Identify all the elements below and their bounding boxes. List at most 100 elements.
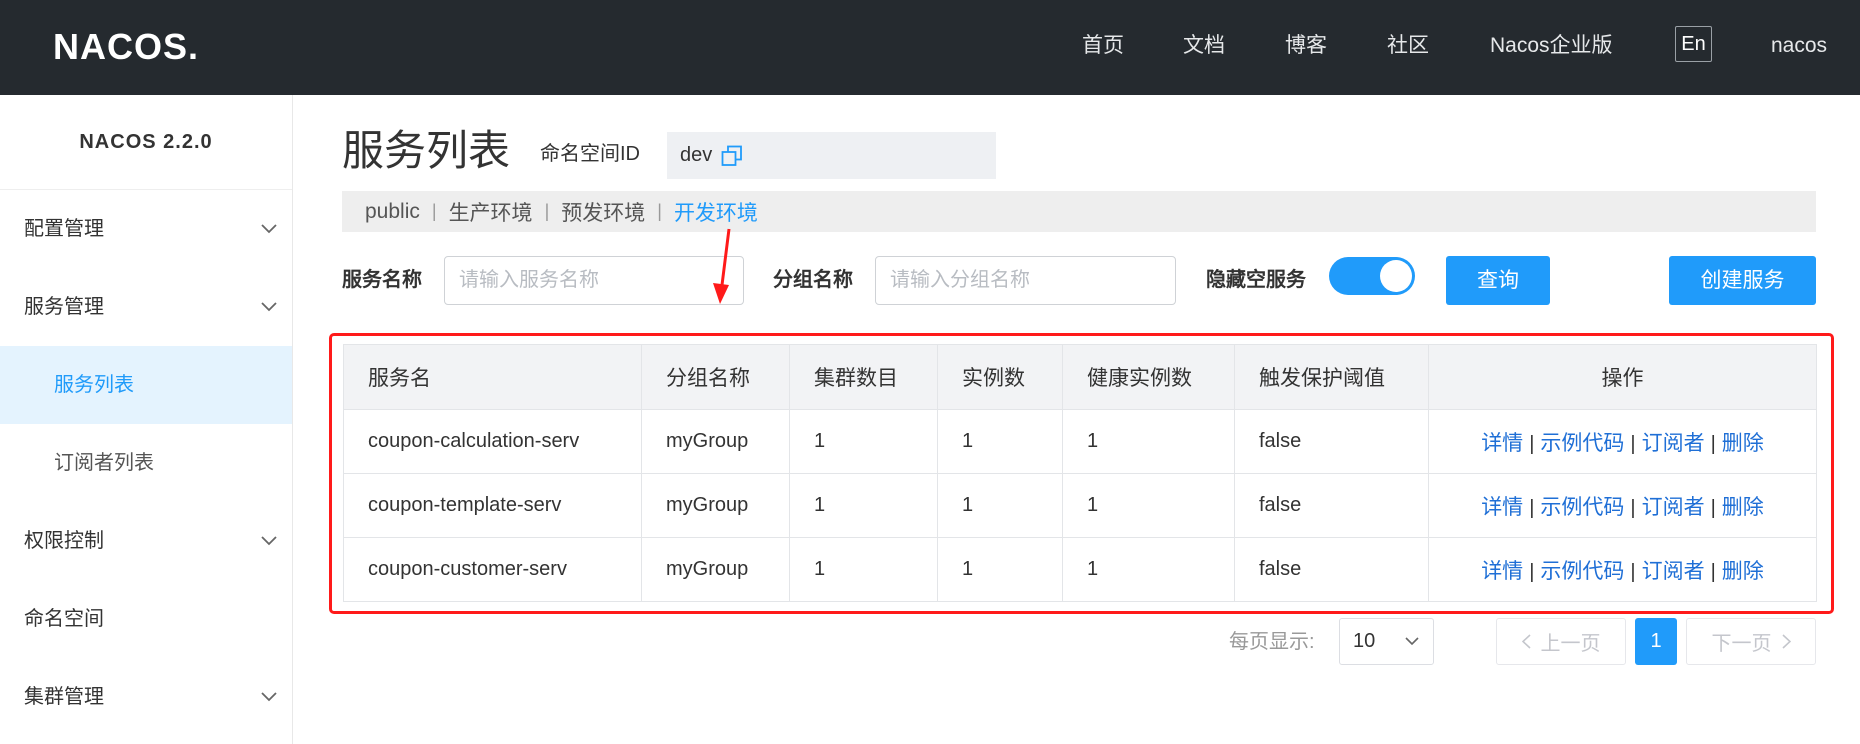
sidebar-item-label: 服务管理 bbox=[24, 296, 104, 318]
cell-group-name: myGroup bbox=[641, 409, 790, 474]
details-link[interactable]: 详情 bbox=[1481, 432, 1523, 455]
details-link[interactable]: 详情 bbox=[1481, 496, 1523, 519]
current-page-button[interactable]: 1 bbox=[1635, 618, 1677, 665]
namespace-tab-development[interactable]: 开发环境 bbox=[674, 197, 758, 227]
cell-service-name: coupon-template-serv bbox=[343, 473, 642, 538]
cell-instance-count: 1 bbox=[937, 537, 1063, 602]
cell-actions: 详情 | 示例代码 | 订阅者 | 删除 bbox=[1428, 409, 1817, 474]
service-name-input[interactable] bbox=[444, 256, 744, 305]
table-row: coupon-template-serv myGroup 1 1 1 false… bbox=[343, 473, 1817, 538]
column-header-healthy-instance-count: 健康实例数 bbox=[1062, 344, 1235, 410]
user-menu[interactable]: nacos bbox=[1771, 30, 1827, 62]
sidebar-item-label: 配置管理 bbox=[24, 218, 104, 240]
sidebar-item-label: 服务列表 bbox=[54, 374, 134, 396]
sidebar-item-access-control[interactable]: 权限控制 bbox=[0, 502, 292, 580]
table-row: coupon-customer-serv myGroup 1 1 1 false… bbox=[343, 537, 1817, 602]
chevron-left-icon bbox=[1521, 634, 1531, 649]
cell-group-name: myGroup bbox=[641, 537, 790, 602]
namespace-id-label: 命名空间ID bbox=[540, 143, 640, 165]
sidebar-item-service-management[interactable]: 服务管理 bbox=[0, 268, 292, 346]
cell-service-name: coupon-customer-serv bbox=[343, 537, 642, 602]
page-size-label: 每页显示: bbox=[1229, 631, 1315, 653]
service-table: 服务名 分组名称 集群数目 实例数 健康实例数 触发保护阈值 操作 coupon… bbox=[343, 344, 1817, 602]
hide-empty-services-toggle[interactable] bbox=[1329, 257, 1415, 295]
action-separator: | bbox=[1630, 560, 1636, 583]
sidebar-item-config-management[interactable]: 配置管理 bbox=[0, 190, 292, 268]
sidebar-item-subscriber-list[interactable]: 订阅者列表 bbox=[0, 424, 292, 502]
action-separator: | bbox=[1529, 496, 1535, 519]
details-link[interactable]: 详情 bbox=[1481, 560, 1523, 583]
cell-instance-count: 1 bbox=[937, 409, 1063, 474]
column-header-protect-threshold: 触发保护阈值 bbox=[1234, 344, 1429, 410]
cell-actions: 详情 | 示例代码 | 订阅者 | 删除 bbox=[1428, 537, 1817, 602]
create-service-button[interactable]: 创建服务 bbox=[1669, 256, 1816, 305]
subscribers-link[interactable]: 订阅者 bbox=[1642, 432, 1705, 455]
sidebar-item-label: 命名空间 bbox=[24, 608, 104, 630]
nav-blog[interactable]: 博客 bbox=[1285, 30, 1327, 62]
next-page-label: 下一页 bbox=[1711, 633, 1772, 655]
prev-page-button[interactable]: 上一页 bbox=[1496, 618, 1626, 665]
cell-healthy-instance-count: 1 bbox=[1062, 473, 1235, 538]
table-header-row: 服务名 分组名称 集群数目 实例数 健康实例数 触发保护阈值 操作 bbox=[343, 344, 1817, 410]
sidebar-item-label: 订阅者列表 bbox=[54, 452, 154, 474]
action-separator: | bbox=[1630, 496, 1636, 519]
cell-healthy-instance-count: 1 bbox=[1062, 409, 1235, 474]
column-header-actions: 操作 bbox=[1428, 344, 1817, 410]
sidebar-item-cluster-management[interactable]: 集群管理 bbox=[0, 658, 292, 736]
subscribers-link[interactable]: 订阅者 bbox=[1642, 560, 1705, 583]
query-button[interactable]: 查询 bbox=[1446, 256, 1550, 305]
namespace-separator: | bbox=[544, 201, 550, 221]
group-name-label: 分组名称 bbox=[773, 269, 853, 291]
cell-service-name: coupon-calculation-serv bbox=[343, 409, 642, 474]
sidebar-item-label: 集群管理 bbox=[24, 686, 104, 708]
cell-healthy-instance-count: 1 bbox=[1062, 537, 1235, 602]
hide-empty-services-label: 隐藏空服务 bbox=[1206, 269, 1306, 291]
cell-protect-threshold: false bbox=[1234, 409, 1429, 474]
column-header-service-name: 服务名 bbox=[343, 344, 642, 410]
namespace-separator: | bbox=[657, 201, 662, 221]
cell-actions: 详情 | 示例代码 | 订阅者 | 删除 bbox=[1428, 473, 1817, 538]
namespace-tab-staging[interactable]: 预发环境 bbox=[561, 197, 645, 227]
version-label: NACOS 2.2.0 bbox=[0, 95, 292, 190]
namespace-id-field: dev bbox=[667, 132, 996, 179]
cell-cluster-count: 1 bbox=[789, 409, 938, 474]
chevron-down-icon bbox=[261, 536, 277, 546]
sidebar-item-label: 权限控制 bbox=[24, 530, 104, 552]
language-toggle-button[interactable]: En bbox=[1675, 26, 1712, 62]
nav-home[interactable]: 首页 bbox=[1082, 30, 1124, 62]
action-separator: | bbox=[1529, 560, 1535, 583]
delete-link[interactable]: 删除 bbox=[1722, 496, 1764, 519]
nav-docs[interactable]: 文档 bbox=[1183, 30, 1225, 62]
namespace-tab-public[interactable]: public bbox=[365, 200, 420, 224]
top-header: NACOS. 首页 文档 博客 社区 Nacos企业版 En nacos bbox=[0, 0, 1860, 95]
sample-code-link[interactable]: 示例代码 bbox=[1540, 432, 1624, 455]
cell-group-name: myGroup bbox=[641, 473, 790, 538]
nacos-logo[interactable]: NACOS. bbox=[53, 24, 199, 70]
namespace-separator: | bbox=[431, 201, 437, 221]
column-header-instance-count: 实例数 bbox=[937, 344, 1063, 410]
subscribers-link[interactable]: 订阅者 bbox=[1642, 496, 1705, 519]
page-size-value: 10 bbox=[1353, 630, 1376, 652]
sidebar-item-namespace[interactable]: 命名空间 bbox=[0, 580, 292, 658]
next-page-button[interactable]: 下一页 bbox=[1686, 618, 1816, 665]
page-size-select[interactable]: 10 bbox=[1339, 618, 1434, 665]
sample-code-link[interactable]: 示例代码 bbox=[1540, 496, 1624, 519]
action-separator: | bbox=[1710, 496, 1716, 519]
column-header-group-name: 分组名称 bbox=[641, 344, 790, 410]
cell-protect-threshold: false bbox=[1234, 537, 1429, 602]
chevron-right-icon bbox=[1781, 634, 1791, 649]
delete-link[interactable]: 删除 bbox=[1722, 432, 1764, 455]
column-header-cluster-count: 集群数目 bbox=[789, 344, 938, 410]
sample-code-link[interactable]: 示例代码 bbox=[1540, 560, 1624, 583]
delete-link[interactable]: 删除 bbox=[1722, 560, 1764, 583]
group-name-input[interactable] bbox=[875, 256, 1176, 305]
nav-enterprise[interactable]: Nacos企业版 bbox=[1490, 30, 1613, 62]
action-separator: | bbox=[1710, 432, 1716, 455]
copy-icon[interactable] bbox=[721, 145, 743, 167]
sidebar-item-service-list[interactable]: 服务列表 bbox=[0, 346, 292, 424]
nav-community[interactable]: 社区 bbox=[1387, 30, 1429, 62]
table-row: coupon-calculation-serv myGroup 1 1 1 fa… bbox=[343, 409, 1817, 474]
cell-cluster-count: 1 bbox=[789, 537, 938, 602]
chevron-down-icon bbox=[1405, 637, 1419, 646]
namespace-tab-production[interactable]: 生产环境 bbox=[449, 197, 533, 227]
